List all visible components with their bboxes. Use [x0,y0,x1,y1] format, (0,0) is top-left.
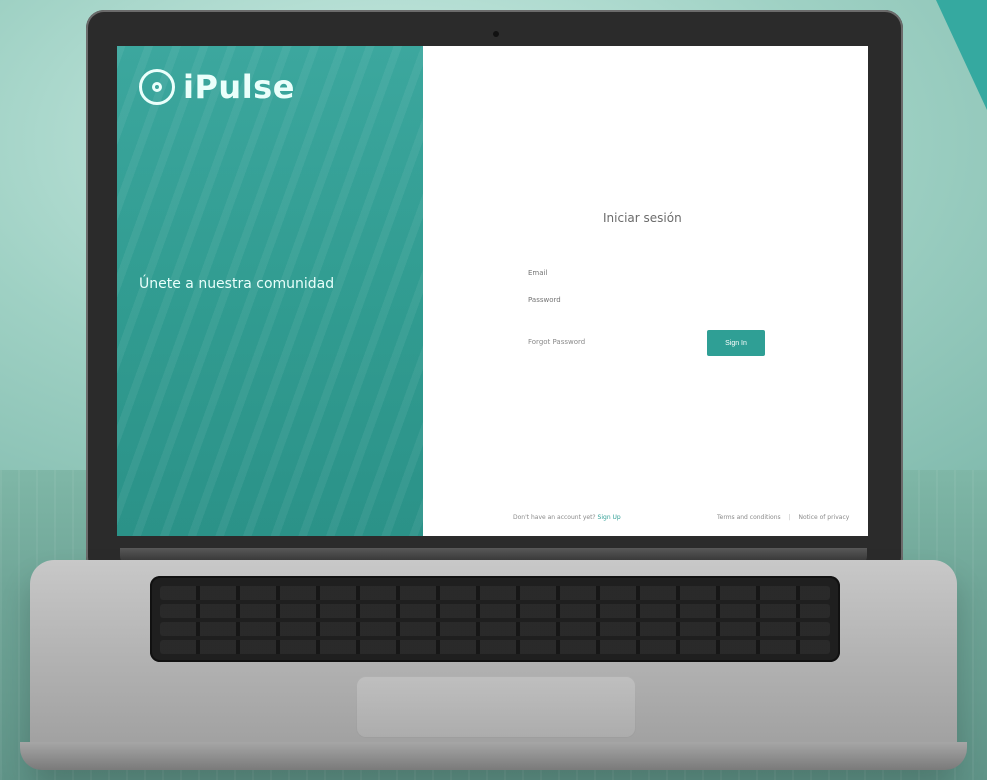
keyboard-row [160,640,830,654]
terms-link[interactable]: Terms and conditions [717,514,781,521]
login-panel: Iniciar sesión Forgot Password Sign In D… [423,46,868,536]
keyboard-row [160,604,830,618]
brand-name: iPulse [183,68,295,106]
email-field-container [528,260,768,282]
sign-in-button[interactable]: Sign In [707,330,765,356]
sign-up-link[interactable]: Sign Up [598,514,621,521]
laptop-base-front [20,742,967,770]
legal-links: Terms and conditions | Notice of privacy [717,514,849,521]
login-title: Iniciar sesión [603,211,682,225]
no-account-text: Don't have an account yet? [513,514,596,521]
password-field[interactable] [528,291,768,309]
community-title: Únete a nuestra comunidad [139,276,335,292]
webcam-icon [493,31,499,37]
laptop-screen: iPulse Únete a nuestra comunidad Iniciar… [117,46,868,536]
password-field-container [528,287,768,309]
signup-prompt: Don't have an account yet? Sign Up [513,514,621,521]
decorative-accent-wedge [936,0,987,110]
keyboard-row [160,586,830,600]
forgot-password-link[interactable]: Forgot Password [528,338,585,346]
keyboard [150,576,840,662]
brand-logo: iPulse [139,68,295,106]
email-field[interactable] [528,264,768,282]
privacy-link[interactable]: Notice of privacy [799,514,850,521]
keyboard-row [160,622,830,636]
pulse-logo-icon [139,69,175,105]
brand-panel: iPulse Únete a nuestra comunidad [117,46,423,536]
legal-separator: | [788,514,791,521]
trackpad [356,676,636,738]
